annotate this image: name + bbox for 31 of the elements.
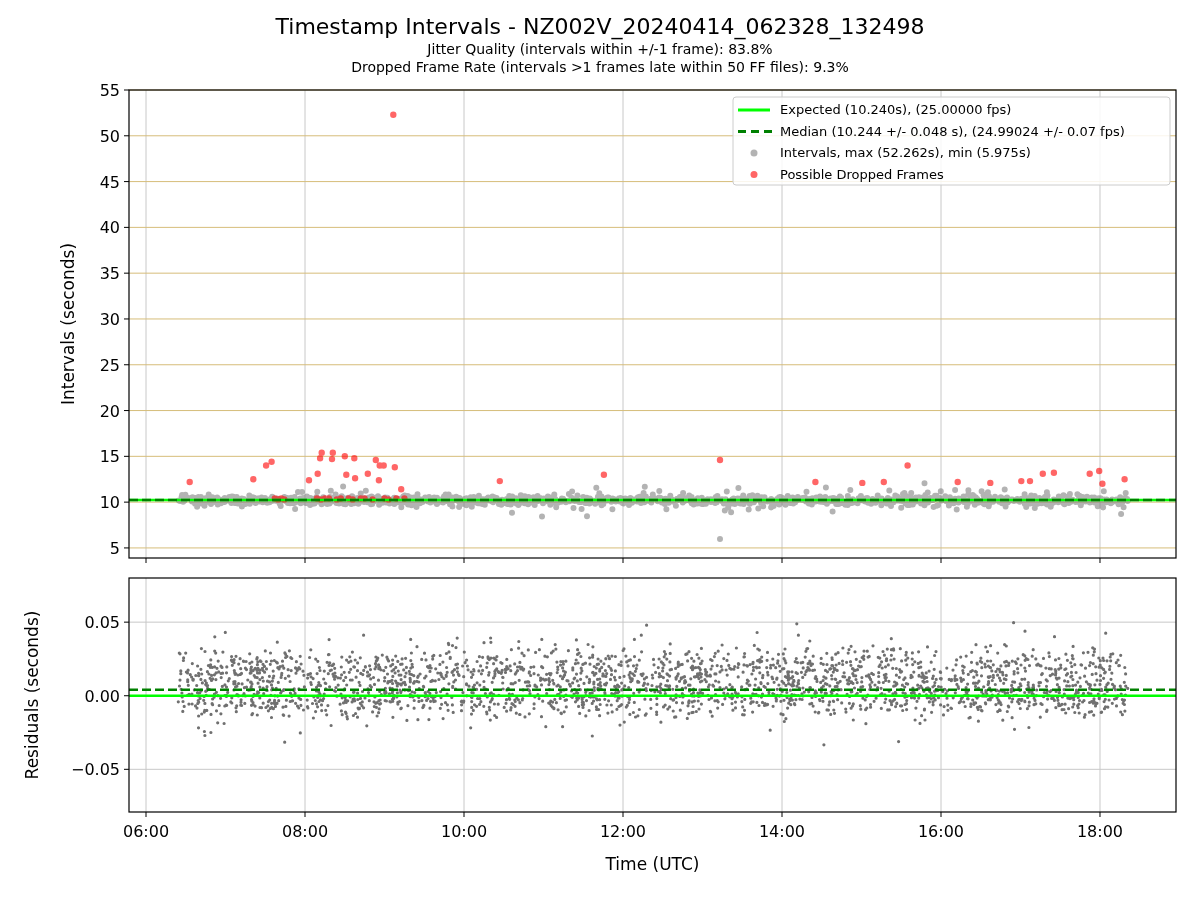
x-tick-label: 10:00 bbox=[440, 822, 488, 841]
chart-subtitle: Dropped Frame Rate (intervals >1 frames late within 50 FF files): 9.3% bbox=[351, 58, 849, 76]
x-tick-label: 12:00 bbox=[599, 822, 647, 841]
y-axis-label: Residuals (seconds) bbox=[22, 610, 42, 780]
y-tick-label: 35 bbox=[99, 264, 120, 284]
x-tick-label: 18:00 bbox=[1076, 822, 1124, 841]
y-tick-label: 15 bbox=[99, 447, 120, 467]
legend-label: Median (10.244 +/- 0.048 s), (24.99024 +/- 0.07 fps) bbox=[780, 123, 1125, 139]
legend-label: Possible Dropped Frames bbox=[780, 166, 944, 182]
chart-subtitle: Jitter Quality (intervals within +/-1 frame): 83.8% bbox=[427, 40, 773, 58]
chart-title: Timestamp Intervals - NZ002V_20240414_062328_132498 bbox=[275, 14, 925, 40]
y-tick-label: 0.00 bbox=[84, 686, 120, 706]
y-tick-label: 5 bbox=[109, 538, 120, 558]
x-axis-label: Time (UTC) bbox=[605, 854, 700, 874]
y-tick-label: 50 bbox=[99, 126, 120, 146]
y-tick-label: 55 bbox=[99, 81, 120, 100]
y-tick-label: −0.05 bbox=[70, 760, 120, 780]
y-tick-label: 40 bbox=[99, 218, 120, 238]
y-tick-label: 30 bbox=[99, 309, 120, 329]
x-tick-label: 08:00 bbox=[281, 822, 329, 841]
legend-label: Intervals, max (52.262s), min (5.975s) bbox=[780, 145, 1031, 160]
x-tick-label: 14:00 bbox=[758, 822, 806, 841]
y-tick-label: 10 bbox=[99, 493, 120, 513]
y-axis-label: Intervals (seconds) bbox=[58, 242, 78, 406]
y-tick-label: 20 bbox=[99, 401, 120, 421]
y-tick-label: 0.05 bbox=[84, 613, 120, 633]
x-tick-label: 06:00 bbox=[122, 822, 170, 841]
y-tick-label: 45 bbox=[99, 172, 120, 192]
x-tick-label: 16:00 bbox=[917, 822, 965, 841]
legend-label: Expected (10.240s), (25.00000 fps) bbox=[780, 102, 1012, 117]
y-tick-label: 25 bbox=[99, 355, 120, 375]
